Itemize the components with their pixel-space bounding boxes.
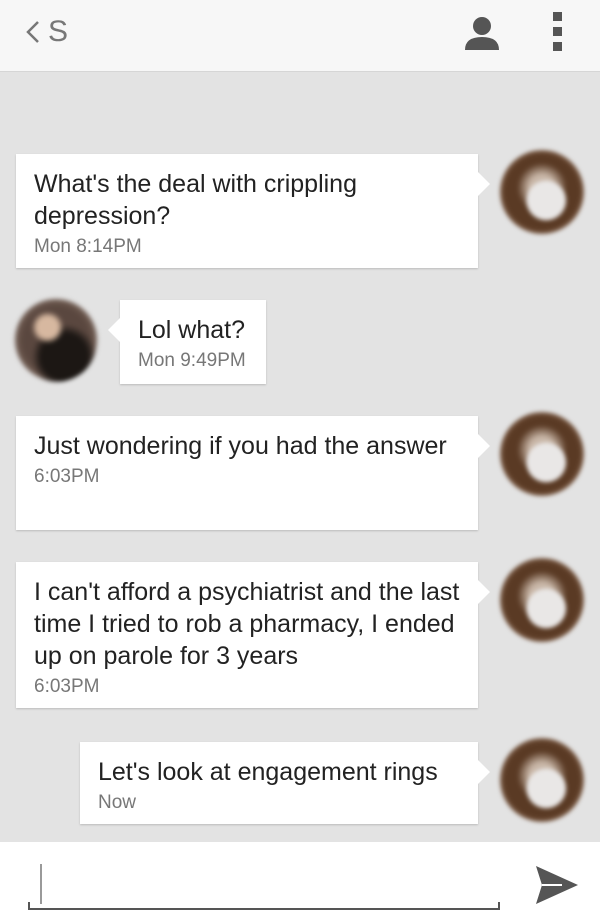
input-underline-tick [498, 902, 500, 910]
chevron-left-icon [26, 21, 39, 43]
message-time: 6:03PM [34, 676, 100, 697]
overflow-menu-icon[interactable] [548, 10, 568, 54]
avatar [500, 558, 584, 642]
avatar [500, 738, 584, 822]
avatar [500, 150, 584, 234]
bubble-tail [478, 580, 490, 604]
bubble-tail [478, 172, 490, 196]
message-input-field[interactable] [28, 862, 500, 910]
input-underline-tick [28, 902, 30, 910]
message-text: Just wondering if you had the answer [34, 432, 447, 460]
bubble-tail [108, 318, 120, 342]
contact-name: S [48, 15, 69, 48]
message-time: 6:03PM [34, 466, 100, 487]
message-time: Now [98, 792, 137, 813]
avatar [500, 412, 584, 496]
message-time: Mon 9:49PM [138, 350, 246, 371]
message-text: I can't afford a psychiatrist and the la… [34, 578, 460, 670]
message-input[interactable] [28, 862, 500, 910]
message-time: Mon 8:14PM [34, 236, 142, 257]
message-text: What's the deal with crippling depressio… [34, 170, 357, 230]
message-text: Lol what? [138, 316, 246, 344]
back-button[interactable]: S [20, 14, 68, 50]
bubble-tail [478, 434, 490, 458]
message-bubble-outgoing[interactable]: I can't afford a psychiatrist and the la… [16, 562, 490, 708]
text-caret [40, 864, 42, 904]
message-bubble-outgoing[interactable]: Just wondering if you had the answer 6:0… [16, 416, 490, 530]
message-bubble-incoming[interactable]: Lol what? Mon 9:49PM [108, 300, 266, 384]
input-underline [28, 908, 500, 910]
send-icon[interactable] [532, 860, 582, 910]
avatar [14, 298, 98, 382]
bubble-tail [478, 760, 490, 784]
message-text: Let's look at engagement rings [98, 758, 438, 786]
person-icon[interactable] [462, 12, 502, 52]
message-bubble-outgoing[interactable]: What's the deal with crippling depressio… [16, 154, 490, 268]
top-bar: S [0, 0, 600, 72]
message-bubble-outgoing[interactable]: Let's look at engagement rings Now [80, 742, 490, 824]
